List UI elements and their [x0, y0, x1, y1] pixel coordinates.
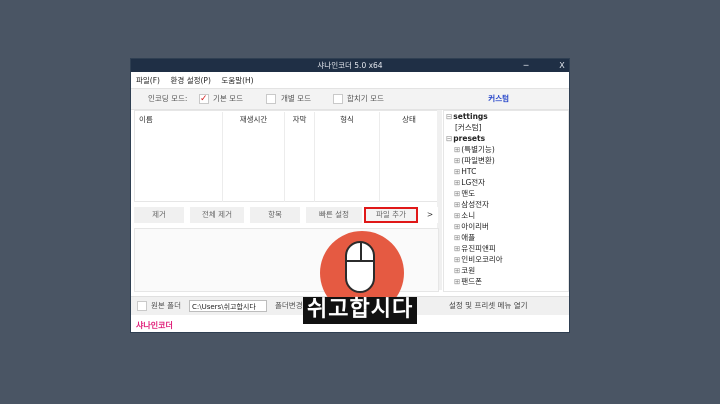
tree-item[interactable]: ⊞유진피앤피	[444, 243, 568, 254]
column-duration[interactable]: 재생시간	[223, 112, 285, 202]
minimize-button[interactable]: ─	[519, 59, 533, 72]
expand-icon[interactable]: ⊞	[454, 222, 460, 231]
action-button-row: 제거 전체 제거 항목 빠른 설정 파일 추가 >	[134, 207, 440, 223]
item-button[interactable]: 항목	[250, 207, 300, 223]
mouse-icon	[345, 241, 375, 293]
tree-item[interactable]: ⊞(특별기능)	[444, 144, 568, 155]
expand-icon[interactable]: ⊞	[454, 211, 460, 220]
menu-file[interactable]: 파일(F)	[136, 76, 160, 85]
column-name[interactable]: 이름	[135, 112, 223, 202]
tree-item-label: 유진피앤피	[461, 244, 496, 253]
expand-icon[interactable]: ⊞	[454, 277, 460, 286]
tree-item-label: HTC	[461, 167, 477, 176]
tree-item[interactable]: ⊞코원	[444, 265, 568, 276]
tree-item-label: presets	[453, 134, 486, 143]
close-button[interactable]: X	[555, 59, 569, 72]
window-title: 샤나인코더 5.0 x64	[317, 61, 383, 70]
expand-icon[interactable]: ⊞	[454, 167, 460, 176]
tree-item-label: 애플	[461, 233, 476, 242]
menu-help[interactable]: 도움말(H)	[221, 76, 253, 85]
tree-item-label: (파일변환)	[461, 156, 495, 165]
tree-item-label: 삼성전자	[461, 200, 489, 209]
remove-button[interactable]: 제거	[134, 207, 184, 223]
expand-icon[interactable]: ⊞	[454, 255, 460, 264]
tree-item-label: (특별기능)	[461, 145, 495, 154]
expand-icon[interactable]: ⊞	[454, 200, 460, 209]
expand-icon[interactable]: ⊞	[454, 233, 460, 242]
merge-mode-checkbox[interactable]	[333, 94, 343, 104]
encoding-mode-label: 인코딩 모드:	[148, 94, 188, 103]
output-path-field[interactable]: C:\Users\쉬고합시다	[189, 300, 267, 312]
tree-item[interactable]: ⊞팬드폰	[444, 276, 568, 287]
tree-item-label: 아이리버	[461, 222, 489, 231]
merge-mode-label: 합치기 모드	[347, 94, 384, 103]
brand-label: 샤나인코더	[136, 321, 173, 330]
source-folder-label: 원본 폴더	[151, 301, 181, 310]
caption-overlay: 쉬고합시다	[303, 297, 418, 324]
title-bar: 샤나인코더 5.0 x64 ─ X	[131, 59, 569, 72]
tree-item[interactable]: ⊞애플	[444, 232, 568, 243]
column-status[interactable]: 상태	[380, 112, 438, 202]
expand-icon[interactable]: ⊞	[454, 145, 460, 154]
collapse-icon[interactable]: ⊟	[446, 112, 452, 121]
expand-icon[interactable]: ⊞	[454, 244, 460, 253]
tree-item[interactable]: ⊞아이리버	[444, 221, 568, 232]
custom-link[interactable]: 커스텀	[488, 89, 509, 109]
source-folder-checkbox[interactable]	[137, 301, 147, 311]
tree-item-label: 코원	[461, 266, 476, 275]
tree-item[interactable]: ⊞삼성전자	[444, 199, 568, 210]
expand-icon[interactable]: ⊞	[454, 189, 460, 198]
preset-tree-rows: ⊟settings [커스텀] ⊟presets ⊞(특별기능) ⊞(파일변환) ⊞HTC…	[444, 111, 568, 287]
expand-icon[interactable]: ⊞	[454, 178, 460, 187]
tree-item-label: 맨도	[461, 189, 476, 198]
individual-mode-label: 개별 모드	[281, 94, 311, 103]
encoding-mode-bar: 인코딩 모드: 기본 모드 개별 모드 합치기 모드 커스텀	[131, 88, 569, 110]
expand-icon[interactable]: ⊞	[454, 156, 460, 165]
tree-item-label: [커스텀]	[455, 123, 482, 132]
menu-preferences[interactable]: 환경 설정(P)	[171, 76, 211, 85]
column-format[interactable]: 형식	[315, 112, 380, 202]
expand-icon[interactable]: ⊞	[454, 266, 460, 275]
more-button[interactable]: >	[422, 207, 438, 223]
collapse-icon[interactable]: ⊟	[446, 134, 452, 143]
add-file-button[interactable]: 파일 추가	[364, 207, 418, 223]
tree-item[interactable]: ⊞맨도	[444, 188, 568, 199]
tree-item[interactable]: [커스텀]	[444, 122, 568, 133]
tree-item[interactable]: ⊞HTC	[444, 166, 568, 177]
quick-settings-button[interactable]: 빠른 설정	[306, 207, 362, 223]
tree-item[interactable]: ⊟presets	[444, 133, 568, 144]
tree-item[interactable]: ⊞LG전자	[444, 177, 568, 188]
file-list[interactable]: 이름 재생시간 자막 형식 상태	[134, 110, 439, 202]
individual-mode-checkbox[interactable]	[266, 94, 276, 104]
tree-item[interactable]: ⊞인비오코리아	[444, 254, 568, 265]
tree-item[interactable]: ⊟settings	[444, 111, 568, 122]
tree-item-label: settings	[453, 112, 488, 121]
basic-mode-label: 기본 모드	[213, 94, 243, 103]
tree-item-label: LG전자	[461, 178, 486, 187]
change-folder-button[interactable]: 폴더변경	[275, 297, 303, 315]
tree-item[interactable]: ⊞소니	[444, 210, 568, 221]
basic-mode-checkbox[interactable]	[199, 89, 209, 109]
preset-tree[interactable]: ⊟settings [커스텀] ⊟presets ⊞(특별기능) ⊞(파일변환) ⊞HTC…	[443, 110, 569, 292]
remove-all-button[interactable]: 전체 제거	[190, 207, 244, 223]
tree-item-label: 소니	[461, 211, 476, 220]
tree-item[interactable]: ⊞(파일변환)	[444, 155, 568, 166]
tree-item-label: 팬드폰	[461, 277, 482, 286]
settings-menu-button[interactable]: 설정 및 프리셋 메뉴 열기	[449, 297, 528, 315]
column-subtitle[interactable]: 자막	[285, 112, 315, 202]
tree-item-label: 인비오코리아	[461, 255, 503, 264]
menu-bar: 파일(F) 환경 설정(P) 도움말(H)	[131, 74, 257, 87]
